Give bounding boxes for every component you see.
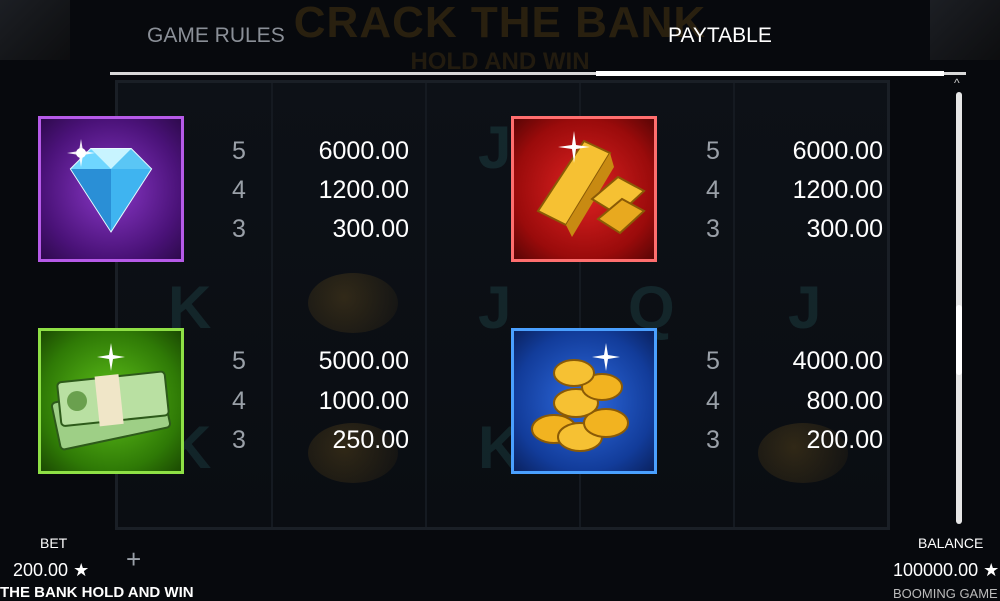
scroll-up-icon[interactable]: ^ (954, 76, 960, 90)
pay-value: 200.00 (806, 426, 883, 454)
pay-value: 1200.00 (318, 176, 409, 204)
pay-value: 300.00 (332, 215, 409, 243)
pay-value: 300.00 (806, 215, 883, 243)
scrollbar-thumb[interactable] (956, 305, 962, 375)
bet-value[interactable]: 200.00 ★ (13, 560, 89, 581)
brand-logo: BOOMING GAME (893, 586, 998, 601)
tab-bar: GAME RULES PAYTABLE (0, 0, 1000, 76)
tab-game-rules[interactable]: GAME RULES (147, 24, 285, 48)
game-name: THE BANK HOLD AND WIN (0, 584, 194, 601)
star-icon: ★ (73, 560, 90, 580)
pay-value: 5000.00 (318, 347, 409, 375)
diamond-icon (38, 116, 184, 262)
tab-active-indicator (596, 71, 944, 76)
gold-bars-icon (511, 116, 657, 262)
gold-coins-icon (511, 328, 657, 474)
bet-label: BET (40, 535, 68, 551)
increase-bet-button[interactable]: + (126, 544, 141, 575)
star-icon: ★ (983, 560, 1000, 580)
tab-paytable[interactable]: PAYTABLE (668, 24, 772, 48)
pay-value: 250.00 (332, 426, 409, 454)
pay-value: 1000.00 (318, 387, 409, 415)
bet-amount: 200.00 (13, 560, 69, 580)
pay-value: 800.00 (806, 387, 883, 415)
balance-amount: 100000.00 (893, 560, 979, 580)
pay-value: 6000.00 (318, 137, 409, 165)
pay-value: 6000.00 (792, 137, 883, 165)
pay-value: 4000.00 (792, 347, 883, 375)
balance-label: BALANCE (918, 535, 984, 551)
cash-stack-icon (38, 328, 184, 474)
pay-value: 1200.00 (792, 176, 883, 204)
balance-value: 100000.00 ★ (893, 560, 999, 581)
